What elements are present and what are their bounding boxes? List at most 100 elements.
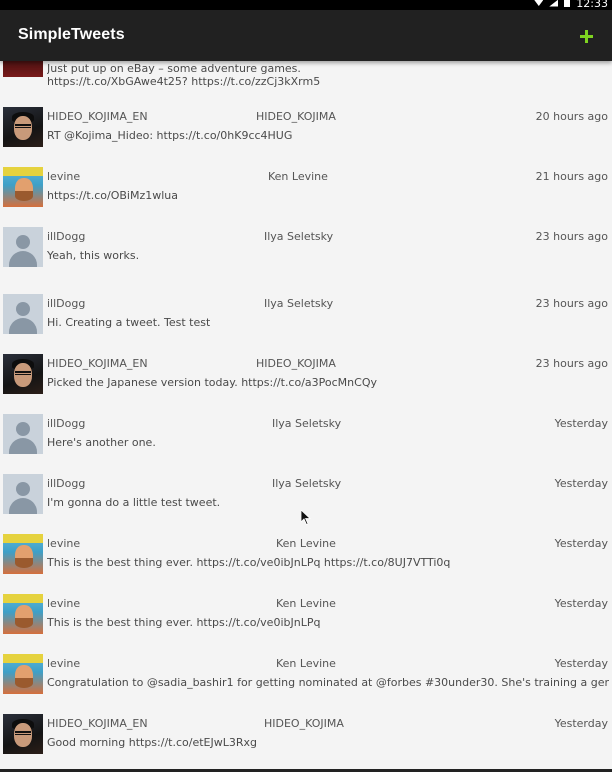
tweet-timestamp: 21 hours ago [535,170,608,183]
avatar-glasses [15,124,31,128]
avatar[interactable] [3,61,43,77]
tweet-timestamp: 23 hours ago [535,230,608,243]
app-title: SimpleTweets [18,26,125,43]
tweet-user-name[interactable]: Ilya Seletsky [264,297,333,310]
tweet-row[interactable]: levine Ken Levine Yesterday This is the bes… [0,594,612,654]
tweet-body: Hi. Creating a tweet. Test test [47,316,211,329]
tweet-timestamp: Yesterday [554,537,608,550]
tweet-screen-name[interactable]: HIDEO_KOJIMA_EN [47,357,148,370]
avatar[interactable] [3,354,43,394]
avatar[interactable] [3,474,43,514]
avatar-shoulders [9,318,37,334]
tweet-user-name[interactable]: Ken Levine [276,597,336,610]
avatar-shoulders [9,498,37,514]
tweet-body: Picked the Japanese version today. https… [47,376,377,389]
tweet-timestamp: Yesterday [554,597,608,610]
avatar[interactable] [3,414,43,454]
avatar[interactable] [3,107,43,147]
avatar[interactable] [3,227,43,267]
tweet-user-name[interactable]: HIDEO_KOJIMA [264,717,344,730]
tweet-timestamp: 23 hours ago [535,297,608,310]
tweet-timeline[interactable]: Just put up on eBay – some adventure gam… [0,61,612,770]
avatar-beard [15,618,33,628]
mouse-cursor-icon [300,509,312,526]
avatar-face [14,116,32,140]
tweet-screen-name[interactable]: illDogg [47,417,85,430]
avatar-banner [3,167,43,176]
tweet-timestamp: Yesterday [554,717,608,730]
tweet-screen-name[interactable]: levine [47,597,80,610]
tweet-user-name[interactable]: Ken Levine [276,657,336,670]
status-bar: 12:33 [0,0,612,10]
tweet-body: Yeah, this works. [47,249,140,262]
status-time: 12:33 [576,0,608,10]
tweet-row[interactable]: illDogg Ilya Seletsky 23 hours ago Hi. Crea… [0,294,612,354]
avatar-head [16,302,30,316]
tweet-body: RT @Kojima_Hideo: https://t.co/0hK9cc4HU… [47,129,293,142]
avatar-head [16,422,30,436]
avatar-shoulders [9,438,37,454]
plus-icon-vertical [585,30,588,43]
tweet-body: I'm gonna do a little test tweet. [47,496,221,509]
tweet-user-name[interactable]: Ilya Seletsky [264,230,333,243]
tweet-screen-name[interactable]: illDogg [47,477,85,490]
avatar[interactable] [3,714,43,754]
signal-icon [549,0,559,7]
battery-icon [564,0,571,7]
tweet-body: Congratulation to @sadia_bashir1 for get… [47,676,609,689]
avatar[interactable] [3,654,43,694]
tweet-screen-name[interactable]: illDogg [47,230,85,243]
tweet-screen-name[interactable]: levine [47,170,80,183]
tweet-row[interactable]: levine Ken Levine Yesterday This is the bes… [0,534,612,594]
avatar-beard [15,558,33,568]
avatar-beard [15,678,33,688]
tweet-screen-name[interactable]: levine [47,657,80,670]
compose-tweet-button[interactable] [574,25,598,49]
avatar-beard [15,191,33,201]
avatar[interactable] [3,534,43,574]
tweet-body: This is the best thing ever. https://t.c… [47,556,451,569]
tweet-timestamp: 23 hours ago [535,357,608,370]
tweet-user-name[interactable]: Ilya Seletsky [272,477,341,490]
avatar-face [14,363,32,387]
avatar[interactable] [3,594,43,634]
status-icons: 12:33 [534,0,612,10]
tweet-row[interactable]: HIDEO_KOJIMA_EN HIDEO_KOJIMA Yesterday Good… [0,714,612,770]
avatar-banner [3,534,43,543]
tweet-row[interactable]: illDogg Ilya Seletsky Yesterday Here's anot… [0,414,612,474]
avatar-face [14,723,32,747]
tweet-user-name[interactable]: Ilya Seletsky [272,417,341,430]
app-toolbar: SimpleTweets [0,10,612,61]
tweet-user-name[interactable]: Ken Levine [276,537,336,550]
tweet-screen-name[interactable]: levine [47,537,80,550]
tweet-screen-name[interactable]: illDogg [47,297,85,310]
avatar-banner [3,594,43,603]
avatar-banner [3,654,43,663]
avatar-head [16,482,30,496]
tweet-body: https://t.co/XbGAwe4t25? https://t.co/zz… [47,75,321,88]
tweet-row[interactable]: HIDEO_KOJIMA_EN HIDEO_KOJIMA 20 hours ago R… [0,107,612,167]
tweet-row[interactable]: levine Ken Levine 21 hours ago https://t.co… [0,167,612,227]
tweet-body: This is the best thing ever. https://t.c… [47,616,321,629]
tweet-timestamp: Yesterday [554,477,608,490]
tweet-timestamp: Yesterday [554,417,608,430]
tweet-row[interactable]: levine Ken Levine Yesterday Congratulation … [0,654,612,714]
avatar[interactable] [3,294,43,334]
tweet-body: Good morning https://t.co/etEJwL3Rxg [47,736,257,749]
tweet-screen-name[interactable]: HIDEO_KOJIMA_EN [47,110,148,123]
avatar-head [16,235,30,249]
tweet-user-name[interactable]: Ken Levine [268,170,328,183]
wifi-icon [534,0,544,6]
tweet-timestamp: 20 hours ago [535,110,608,123]
tweet-row[interactable]: HIDEO_KOJIMA_EN HIDEO_KOJIMA 23 hours ago P… [0,354,612,414]
tweet-body: Here's another one. [47,436,156,449]
tweet-timestamp: Yesterday [554,657,608,670]
avatar-shoulders [9,251,37,267]
tweet-screen-name[interactable]: HIDEO_KOJIMA_EN [47,717,148,730]
avatar-glasses [15,731,31,735]
tweet-user-name[interactable]: HIDEO_KOJIMA [256,110,336,123]
tweet-row[interactable]: illDogg Ilya Seletsky 23 hours ago Yeah, th… [0,227,612,287]
tweet-body: Just put up on eBay – some adventure gam… [47,62,301,75]
tweet-user-name[interactable]: HIDEO_KOJIMA [256,357,336,370]
avatar[interactable] [3,167,43,207]
